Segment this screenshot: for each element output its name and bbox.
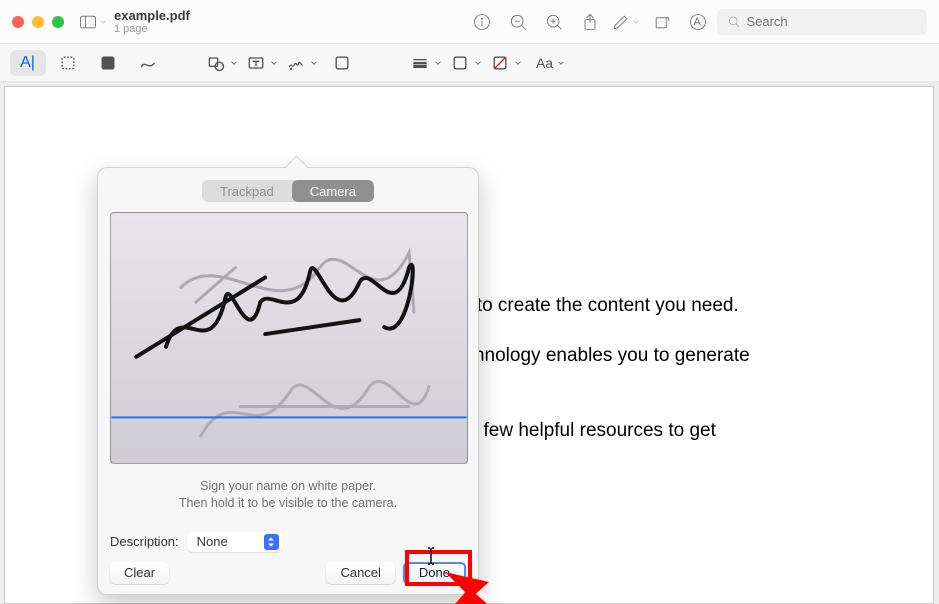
area-select-tool[interactable] xyxy=(50,50,86,76)
clear-button[interactable]: Clear xyxy=(110,562,169,584)
fill-color-menu[interactable] xyxy=(488,50,524,76)
signature-source-segmented-control[interactable]: Trackpad Camera xyxy=(202,180,374,202)
highlight-button[interactable] xyxy=(609,8,643,36)
note-tool[interactable] xyxy=(324,50,360,76)
rotate-button[interactable] xyxy=(645,8,679,36)
window-traffic-lights xyxy=(12,16,64,28)
share-button[interactable] xyxy=(573,8,607,36)
document-title: example.pdf 1 page xyxy=(114,8,190,35)
redact-tool[interactable] xyxy=(90,50,126,76)
content-area: on Email d content generation tool! We a… xyxy=(0,82,939,604)
tab-trackpad[interactable]: Trackpad xyxy=(202,180,292,202)
info-button[interactable] xyxy=(465,8,499,36)
shapes-menu[interactable] xyxy=(204,50,240,76)
description-label: Description: xyxy=(110,534,179,549)
search-input[interactable] xyxy=(746,14,917,29)
border-style-menu[interactable] xyxy=(408,50,444,76)
done-button[interactable]: Done xyxy=(403,562,466,584)
text-select-tool[interactable]: A| xyxy=(10,50,46,76)
description-value: None xyxy=(197,534,228,549)
sidebar-toggle-button[interactable] xyxy=(76,8,110,36)
description-select[interactable]: None xyxy=(187,532,283,552)
sign-tool[interactable] xyxy=(284,50,320,76)
camera-preview xyxy=(110,212,468,464)
signature-instruction: Sign your name on white paper. Then hold… xyxy=(110,478,466,512)
page-count: 1 page xyxy=(114,23,190,35)
popup-arrows-icon xyxy=(264,534,279,550)
search-field[interactable] xyxy=(717,9,927,35)
sketch-tool[interactable] xyxy=(130,50,166,76)
border-color-menu[interactable] xyxy=(448,50,484,76)
zoom-in-button[interactable] xyxy=(537,8,571,36)
window-minimize-button[interactable] xyxy=(32,16,44,28)
zoom-out-button[interactable] xyxy=(501,8,535,36)
font-style-menu[interactable]: Aa xyxy=(528,50,574,76)
textbox-tool[interactable] xyxy=(244,50,280,76)
signature-popover: Trackpad Camera xyxy=(97,167,479,595)
tab-camera[interactable]: Camera xyxy=(292,180,374,202)
markup-toolbar: A| Aa xyxy=(0,44,939,82)
title-bar: example.pdf 1 page xyxy=(0,0,939,44)
markup-toggle-button[interactable] xyxy=(681,8,715,36)
filename: example.pdf xyxy=(114,8,190,23)
window-close-button[interactable] xyxy=(12,16,24,28)
window-maximize-button[interactable] xyxy=(52,16,64,28)
cancel-button[interactable]: Cancel xyxy=(326,562,394,584)
